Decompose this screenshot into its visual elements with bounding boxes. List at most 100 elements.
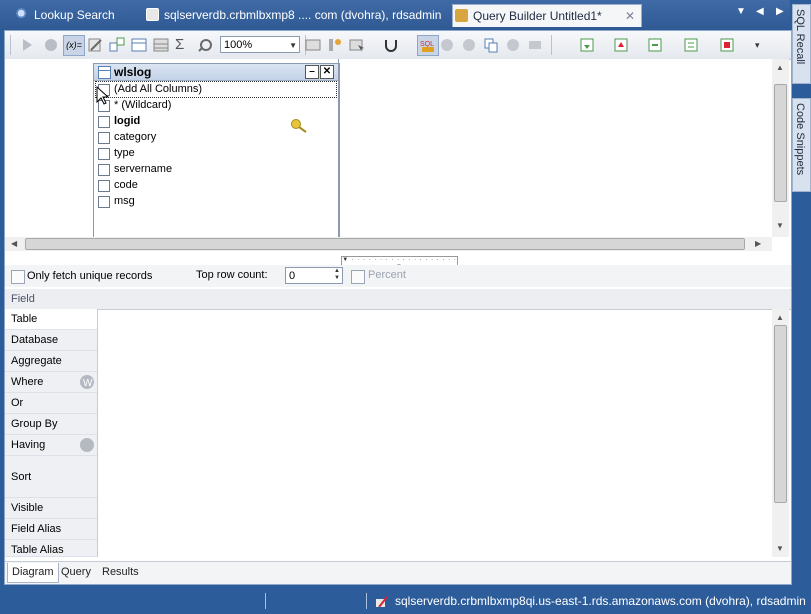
where-condition-icon[interactable]: W bbox=[79, 374, 95, 390]
unique-records-checkbox[interactable] bbox=[11, 270, 25, 284]
analyze-icon[interactable] bbox=[461, 37, 477, 53]
table-name: wlslog bbox=[114, 65, 152, 79]
grid-row-or[interactable]: Or bbox=[5, 393, 97, 414]
scroll-down-icon[interactable]: ▼ bbox=[776, 544, 784, 553]
grid-row-field-alias[interactable]: Field Alias bbox=[5, 519, 97, 540]
spinner-icon[interactable]: ▲ ▼ bbox=[332, 268, 342, 283]
diagram-horizontal-scrollbar[interactable]: ◀ ▶ bbox=[5, 237, 772, 251]
sql-preview-toggle-icon[interactable]: SQL bbox=[417, 35, 439, 56]
export-icon[interactable] bbox=[579, 37, 595, 53]
query-builder-toolbar: (x)= Σ 100% ▼ SQL ▾ bbox=[5, 31, 791, 60]
scroll-left-icon[interactable]: ◀ bbox=[11, 239, 17, 248]
query-options-bar: Only fetch unique records Top row count:… bbox=[5, 265, 791, 287]
table-properties-icon[interactable] bbox=[131, 37, 147, 53]
explain-icon[interactable] bbox=[505, 37, 521, 53]
grid-header: Field bbox=[5, 289, 791, 310]
tab-sqlserverdb-connection[interactable]: sqlserverdb.crbmlbxmp8 .... com (dvohra)… bbox=[144, 4, 454, 26]
diagram-vertical-scrollbar[interactable]: ▲ ▼ bbox=[772, 59, 789, 237]
grid-row-having[interactable]: Having bbox=[5, 435, 97, 456]
table-object-wlslog[interactable]: wlslog – ✕ (Add All Columns) * (Wildcard… bbox=[93, 63, 340, 239]
primary-key-icon bbox=[291, 119, 307, 133]
add-all-columns-row[interactable]: (Add All Columns) bbox=[96, 81, 336, 97]
grid-row-label: Visible bbox=[11, 502, 44, 514]
grid-row-label: Aggregate bbox=[11, 355, 62, 367]
compare-icon[interactable] bbox=[647, 37, 663, 53]
tab-query[interactable]: Query bbox=[57, 563, 95, 582]
scroll-thumb[interactable] bbox=[774, 84, 787, 202]
sum-icon[interactable]: Σ bbox=[175, 37, 191, 53]
format-sql-icon[interactable] bbox=[439, 37, 455, 53]
scroll-up-icon[interactable]: ▲ bbox=[776, 63, 784, 72]
scroll-thumb[interactable] bbox=[25, 238, 745, 250]
select-mode-icon[interactable] bbox=[349, 37, 365, 53]
column-row-servername[interactable]: servername bbox=[96, 161, 336, 177]
top-row-count-input[interactable]: 0 ▲ ▼ bbox=[285, 267, 343, 284]
copy-icon[interactable] bbox=[483, 37, 499, 53]
wildcard-row[interactable]: * (Wildcard) bbox=[96, 97, 336, 113]
percent-checkbox[interactable] bbox=[351, 270, 365, 284]
column-checkbox[interactable] bbox=[98, 196, 110, 208]
column-checkbox[interactable] bbox=[98, 148, 110, 160]
scroll-up-icon[interactable]: ▲ bbox=[776, 313, 784, 322]
close-button[interactable]: ✕ bbox=[320, 65, 334, 79]
union-icon[interactable] bbox=[383, 37, 399, 53]
tab-label: Results bbox=[102, 566, 139, 578]
schema-icon[interactable] bbox=[683, 37, 699, 53]
edit-sql-icon[interactable] bbox=[87, 37, 103, 53]
svg-text:W: W bbox=[83, 378, 93, 389]
grid-row-table-alias[interactable]: Table Alias bbox=[5, 540, 97, 557]
grid-vertical-scrollbar[interactable]: ▲ ▼ bbox=[772, 309, 789, 557]
toolbar-grip bbox=[10, 35, 11, 55]
diagram-canvas[interactable]: wlslog – ✕ (Add All Columns) * (Wildcard… bbox=[5, 59, 772, 239]
side-tab-code-snippets[interactable]: Code Snippets bbox=[792, 98, 811, 192]
scroll-down-icon[interactable]: ▼ bbox=[776, 221, 784, 230]
tab-label: sqlserverdb.crbmlbxmp8 .... com (dvohra)… bbox=[164, 8, 442, 22]
tab-list-dropdown-icon[interactable]: ▼ bbox=[736, 6, 746, 17]
connection-status: sqlserverdb.crbmlbxmp8qi.us-east-1.rds.a… bbox=[395, 594, 806, 608]
grid-row-where[interactable]: Where W bbox=[5, 372, 97, 393]
grid-row-aggregate[interactable]: Aggregate bbox=[5, 351, 97, 372]
having-condition-icon[interactable] bbox=[79, 437, 95, 453]
history-icon[interactable] bbox=[527, 37, 543, 53]
tab-results[interactable]: Results bbox=[98, 563, 143, 582]
report-icon[interactable] bbox=[719, 37, 735, 53]
tab-lookup-search[interactable]: Lookup Search bbox=[14, 4, 149, 26]
variables-toggle-icon[interactable]: (x)= bbox=[63, 35, 85, 56]
grid-row-visible[interactable]: Visible bbox=[5, 498, 97, 519]
grid-row-group-by[interactable]: Group By bbox=[5, 414, 97, 435]
column-checkbox[interactable] bbox=[98, 180, 110, 192]
close-icon[interactable]: ✕ bbox=[625, 5, 635, 27]
column-row-msg[interactable]: msg bbox=[96, 193, 336, 209]
tab-diagram[interactable]: Diagram bbox=[7, 563, 59, 583]
layout-icon[interactable] bbox=[305, 37, 321, 53]
add-table-icon[interactable] bbox=[109, 37, 125, 53]
tab-scroll-left-icon[interactable]: ◀ bbox=[756, 6, 764, 17]
join-properties-icon[interactable] bbox=[327, 37, 343, 53]
column-checkbox[interactable] bbox=[98, 164, 110, 176]
grid-row-label: Where bbox=[11, 376, 44, 388]
table-object-title-bar[interactable]: wlslog – ✕ bbox=[94, 64, 339, 81]
import-icon[interactable] bbox=[613, 37, 629, 53]
column-row-type[interactable]: type bbox=[96, 145, 336, 161]
column-checkbox[interactable] bbox=[98, 116, 110, 128]
zoom-value: 100% bbox=[224, 39, 253, 51]
zoom-select[interactable]: 100% ▼ bbox=[220, 36, 300, 53]
column-name: servername bbox=[114, 163, 173, 175]
grid-row-database[interactable]: Database bbox=[5, 330, 97, 351]
grid-icon[interactable] bbox=[153, 37, 169, 53]
grid-row-table[interactable]: Table bbox=[5, 309, 97, 330]
column-checkbox[interactable] bbox=[98, 132, 110, 144]
scroll-thumb[interactable] bbox=[774, 325, 787, 503]
tab-query-builder[interactable]: Query Builder Untitled1* ✕ bbox=[452, 4, 642, 27]
tab-label: Diagram bbox=[12, 566, 54, 578]
toolbar-overflow-icon[interactable]: ▾ bbox=[755, 37, 771, 53]
minimize-button[interactable]: – bbox=[305, 65, 319, 79]
side-tab-sql-recall[interactable]: SQL Recall bbox=[792, 4, 811, 84]
execute-icon[interactable] bbox=[19, 37, 35, 53]
column-row-code[interactable]: code bbox=[96, 177, 336, 193]
grid-row-sort[interactable]: Sort bbox=[5, 456, 97, 498]
stop-icon[interactable] bbox=[43, 37, 59, 53]
where-filter-icon[interactable] bbox=[197, 37, 213, 53]
tab-scroll-right-icon[interactable]: ▶ bbox=[776, 6, 784, 17]
scroll-right-icon[interactable]: ▶ bbox=[755, 239, 761, 248]
